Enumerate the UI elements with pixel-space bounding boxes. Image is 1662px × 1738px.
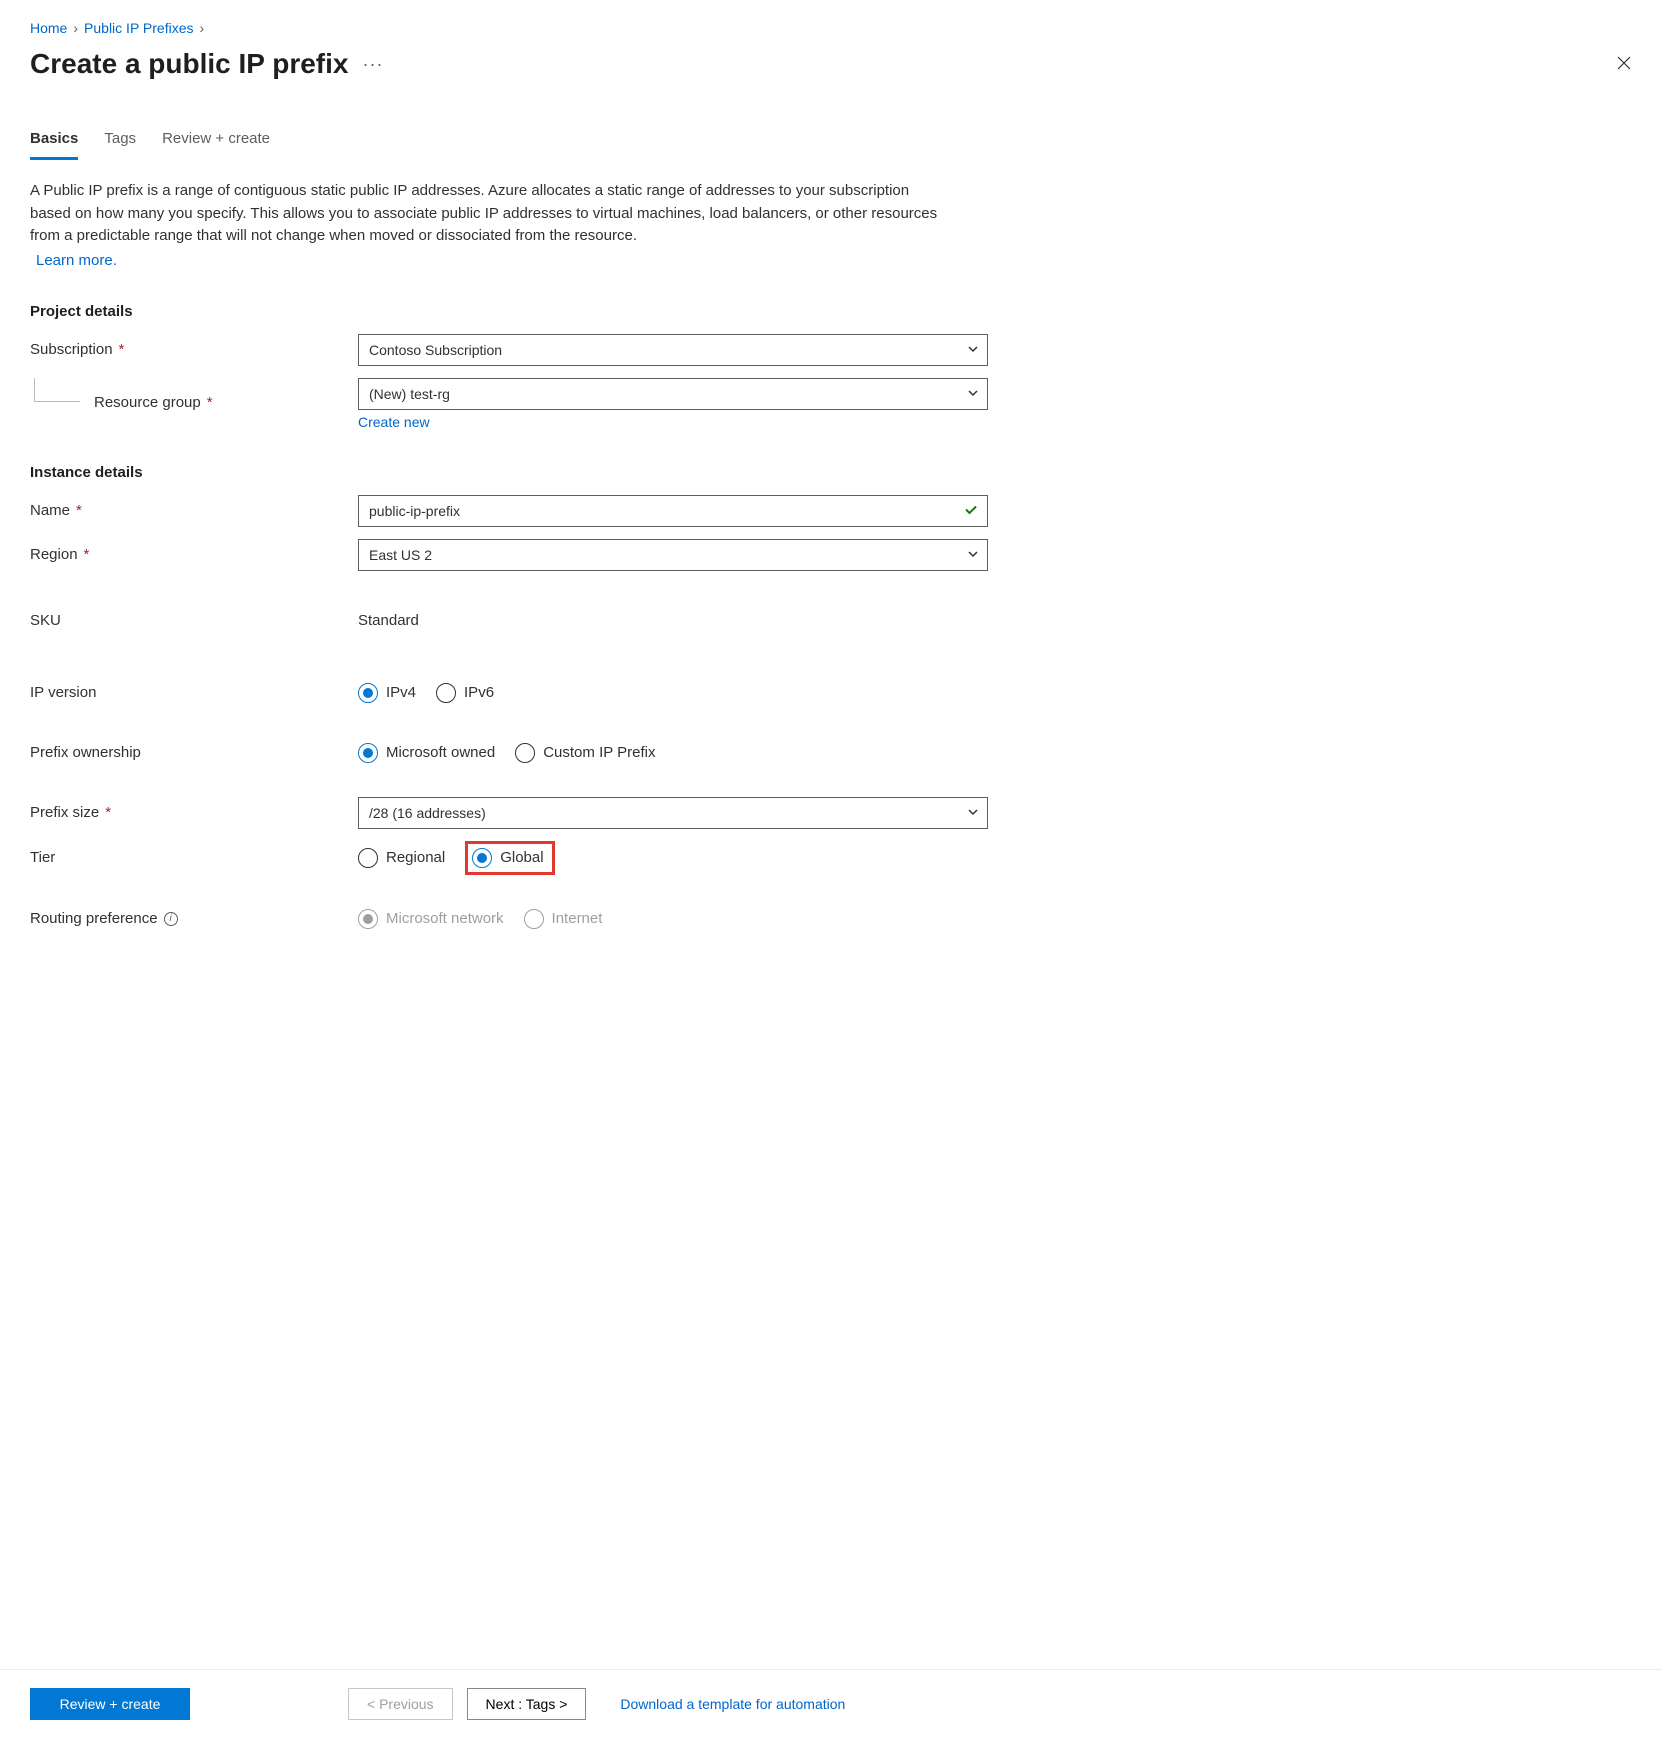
- region-select[interactable]: East US 2: [358, 539, 988, 571]
- label-tier: Tier: [30, 849, 55, 866]
- highlight-box: Global: [465, 841, 554, 875]
- breadcrumb-prefixes[interactable]: Public IP Prefixes: [84, 20, 193, 36]
- label-resource-group: Resource group: [94, 394, 201, 411]
- radio-icon: [436, 683, 456, 703]
- label-prefix-size: Prefix size: [30, 804, 99, 821]
- hierarchy-line-icon: [34, 378, 80, 402]
- chevron-down-icon: [967, 547, 979, 563]
- prefix-size-select[interactable]: /28 (16 addresses): [358, 797, 988, 829]
- section-project-details: Project details: [30, 303, 1632, 320]
- info-icon[interactable]: i: [164, 912, 178, 926]
- radio-internet-label: Internet: [552, 910, 603, 927]
- tab-review[interactable]: Review + create: [162, 130, 270, 160]
- footer: Review + create < Previous Next : Tags >…: [0, 1669, 1662, 1738]
- label-sku: SKU: [30, 612, 61, 629]
- radio-icon: [358, 848, 378, 868]
- radio-internet: Internet: [524, 909, 603, 929]
- page-title: Create a public IP prefix: [30, 48, 349, 80]
- prefix-size-value: /28 (16 addresses): [369, 805, 486, 821]
- required-icon: *: [105, 804, 111, 821]
- radio-regional[interactable]: Regional: [358, 848, 445, 868]
- create-new-link[interactable]: Create new: [358, 414, 430, 430]
- chevron-right-icon: ›: [73, 20, 78, 36]
- breadcrumb: Home › Public IP Prefixes ›: [30, 20, 1632, 36]
- radio-custom[interactable]: Custom IP Prefix: [515, 743, 655, 763]
- radio-icon: [524, 909, 544, 929]
- intro-text: A Public IP prefix is a range of contigu…: [30, 180, 950, 248]
- more-actions-icon[interactable]: ···: [363, 54, 384, 75]
- label-subscription: Subscription: [30, 341, 113, 358]
- radio-global[interactable]: Global: [472, 848, 543, 868]
- chevron-down-icon: [967, 342, 979, 358]
- radio-ms-network-label: Microsoft network: [386, 910, 504, 927]
- radio-global-label: Global: [500, 849, 543, 866]
- required-icon: *: [119, 341, 125, 358]
- tab-basics[interactable]: Basics: [30, 130, 78, 160]
- check-icon: [963, 501, 979, 520]
- next-button[interactable]: Next : Tags >: [467, 1688, 587, 1720]
- radio-ipv6-label: IPv6: [464, 684, 494, 701]
- label-region: Region: [30, 546, 78, 563]
- label-routing-preference: Routing preference: [30, 910, 158, 927]
- resource-group-value: (New) test-rg: [369, 386, 450, 402]
- radio-regional-label: Regional: [386, 849, 445, 866]
- label-ip-version: IP version: [30, 684, 96, 701]
- chevron-right-icon: ›: [200, 20, 205, 36]
- section-instance-details: Instance details: [30, 464, 1632, 481]
- sku-value: Standard: [358, 612, 419, 629]
- review-create-button[interactable]: Review + create: [30, 1688, 190, 1720]
- radio-icon: [358, 683, 378, 703]
- radio-ms-owned-label: Microsoft owned: [386, 744, 495, 761]
- radio-ipv6[interactable]: IPv6: [436, 683, 494, 703]
- radio-ms-owned[interactable]: Microsoft owned: [358, 743, 495, 763]
- required-icon: *: [84, 546, 90, 563]
- radio-icon: [358, 743, 378, 763]
- region-value: East US 2: [369, 547, 432, 563]
- label-name: Name: [30, 502, 70, 519]
- close-icon[interactable]: [1616, 55, 1632, 74]
- radio-ms-network: Microsoft network: [358, 909, 504, 929]
- radio-icon: [472, 848, 492, 868]
- chevron-down-icon: [967, 805, 979, 821]
- required-icon: *: [207, 394, 213, 411]
- name-input[interactable]: public-ip-prefix: [358, 495, 988, 527]
- name-value: public-ip-prefix: [369, 503, 460, 519]
- download-template-link[interactable]: Download a template for automation: [620, 1696, 845, 1712]
- chevron-down-icon: [967, 386, 979, 402]
- radio-icon: [358, 909, 378, 929]
- radio-icon: [515, 743, 535, 763]
- radio-ipv4-label: IPv4: [386, 684, 416, 701]
- label-prefix-ownership: Prefix ownership: [30, 744, 141, 761]
- previous-button: < Previous: [348, 1688, 453, 1720]
- required-icon: *: [76, 502, 82, 519]
- tabs: Basics Tags Review + create: [30, 130, 1632, 160]
- tab-tags[interactable]: Tags: [104, 130, 136, 160]
- subscription-select[interactable]: Contoso Subscription: [358, 334, 988, 366]
- radio-custom-label: Custom IP Prefix: [543, 744, 655, 761]
- resource-group-select[interactable]: (New) test-rg: [358, 378, 988, 410]
- breadcrumb-home[interactable]: Home: [30, 20, 67, 36]
- radio-ipv4[interactable]: IPv4: [358, 683, 416, 703]
- subscription-value: Contoso Subscription: [369, 342, 502, 358]
- learn-more-link[interactable]: Learn more.: [36, 252, 117, 269]
